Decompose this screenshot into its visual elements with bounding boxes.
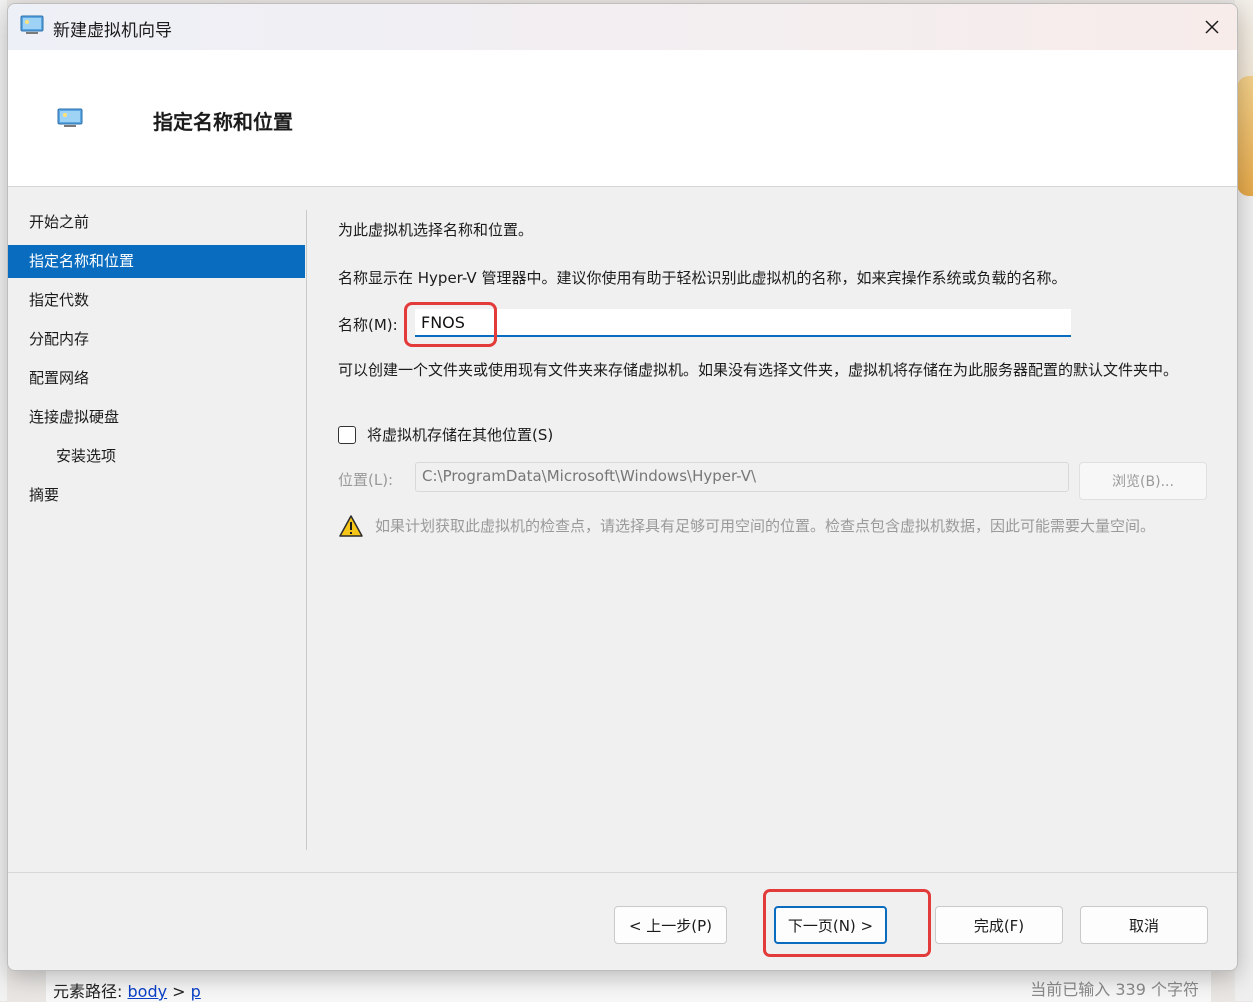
element-path-label: 元素路径: xyxy=(53,982,123,1001)
store-elsewhere-row: 将虚拟机存储在其他位置(S) xyxy=(338,424,553,445)
name-label: 名称(M): xyxy=(338,316,398,334)
location-input: C:\ProgramData\Microsoft\Windows\Hyper-V… xyxy=(415,462,1069,492)
editor-status-bar: 元素路径: body > p 当前已输入 339 个字符 xyxy=(46,970,1211,1002)
browse-button: 浏览(B)... xyxy=(1079,462,1207,500)
page-title: 指定名称和位置 xyxy=(153,110,293,134)
nav-item-summary[interactable]: 摘要 xyxy=(8,479,305,512)
warning-icon xyxy=(339,515,363,537)
element-path-body-link[interactable]: body xyxy=(128,982,168,1001)
finish-button[interactable]: 完成(F) xyxy=(935,906,1063,944)
element-path: 元素路径: body > p xyxy=(53,978,201,1002)
new-vm-wizard-dialog: 新建虚拟机向导 指定名称和位置 开始之前 指定名称和位置 指定代数 分配内存 配… xyxy=(7,3,1238,971)
warning-text: 如果计划获取此虚拟机的检查点，请选择具有足够可用空间的位置。检查点包含虚拟机数据… xyxy=(375,517,1156,535)
cancel-button[interactable]: 取消 xyxy=(1080,906,1208,944)
character-count: 当前已输入 339 个字符 xyxy=(1030,980,1199,999)
element-path-p-link[interactable]: p xyxy=(191,982,201,1001)
close-button[interactable] xyxy=(1187,4,1237,50)
nav-item-memory[interactable]: 分配内存 xyxy=(8,323,305,356)
nav-item-generation[interactable]: 指定代数 xyxy=(8,284,305,317)
nav-item-virtual-disk[interactable]: 连接虚拟硬盘 xyxy=(8,401,305,434)
nav-item-before-you-begin[interactable]: 开始之前 xyxy=(8,206,305,239)
next-button[interactable]: 下一页(N) > xyxy=(774,906,887,944)
nav-item-networking[interactable]: 配置网络 xyxy=(8,362,305,395)
wizard-footer: < 上一步(P) 下一页(N) > 完成(F) 取消 xyxy=(8,872,1237,970)
virtual-machine-icon xyxy=(57,108,83,127)
nav-item-name-and-location[interactable]: 指定名称和位置 xyxy=(8,245,305,278)
background-accent-tab xyxy=(1237,76,1253,196)
background-left-edge xyxy=(0,0,7,1001)
name-input[interactable] xyxy=(415,309,1071,337)
store-elsewhere-checkbox[interactable] xyxy=(338,425,356,444)
wizard-header: 指定名称和位置 xyxy=(8,50,1237,187)
location-label: 位置(L): xyxy=(338,471,394,489)
window-title: 新建虚拟机向导 xyxy=(53,21,172,41)
wizard-steps-nav: 开始之前 指定名称和位置 指定代数 分配内存 配置网络 连接虚拟硬盘 安装选项 … xyxy=(8,206,305,518)
virtual-machine-icon xyxy=(20,15,44,34)
name-hint-text: 名称显示在 Hyper-V 管理器中。建议你使用有助于轻松识别此虚拟机的名称，如… xyxy=(338,269,1067,287)
element-path-separator: > xyxy=(172,982,186,1001)
previous-button[interactable]: < 上一步(P) xyxy=(614,906,727,944)
nav-divider xyxy=(306,210,307,850)
nav-item-install-options[interactable]: 安装选项 xyxy=(8,440,305,473)
store-elsewhere-label[interactable]: 将虚拟机存储在其他位置(S) xyxy=(367,424,553,445)
title-bar: 新建虚拟机向导 xyxy=(8,4,1237,50)
close-icon xyxy=(1205,20,1219,34)
intro-text: 为此虚拟机选择名称和位置。 xyxy=(338,221,534,239)
folder-hint-text: 可以创建一个文件夹或使用现有文件夹来存储虚拟机。如果没有选择文件夹，虚拟机将存储… xyxy=(338,361,1179,379)
